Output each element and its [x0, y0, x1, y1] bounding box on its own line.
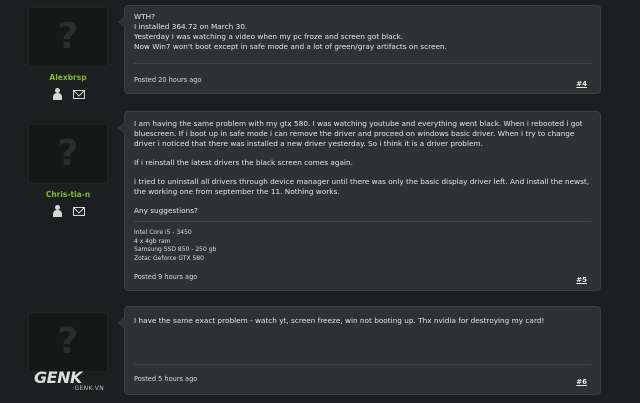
question-mark-icon: ? — [57, 321, 79, 362]
username[interactable]: Alexbrsp — [28, 73, 108, 82]
signature-line: 4 x 4gb ram — [134, 237, 171, 245]
post-line: Now Win7 won't boot except in safe mode … — [134, 42, 447, 51]
username[interactable]: Chris-tia-n — [28, 190, 108, 199]
post-content: I am having the same problem with my gtx… — [125, 112, 600, 216]
post-bubble: WTH? I installed 364.72 on March 30. Yes… — [118, 5, 601, 94]
post-bubble: I am having the same problem with my gtx… — [118, 111, 601, 291]
question-mark-icon: ? — [57, 16, 79, 57]
avatar[interactable]: ? — [28, 124, 108, 184]
post-number-link[interactable]: #4 — [576, 80, 587, 88]
avatar[interactable]: ? — [28, 312, 108, 372]
post-paragraph: I am having the same problem with my gtx… — [134, 119, 583, 148]
post-number-link[interactable]: #6 — [576, 378, 587, 386]
post-bubble: I have the same exact problem - watch yt… — [118, 306, 601, 395]
post-timestamp: Posted 5 hours ago — [134, 375, 198, 383]
avatar[interactable]: ? — [28, 7, 108, 67]
post-paragraph: i tried to uninstall all drivers through… — [134, 177, 590, 196]
mail-icon[interactable] — [73, 207, 85, 216]
post-text: I have the same exact problem - watch yt… — [134, 316, 545, 325]
post-timestamp: Posted 20 hours ago — [134, 76, 202, 84]
watermark-logo: GENK — [34, 368, 82, 387]
signature-line: Samsung SSD 850 - 250 gb — [134, 246, 217, 253]
signature-line: Zotac Geforce GTX 580 — [134, 254, 204, 262]
post-timestamp: Posted 9 hours ago — [134, 273, 198, 281]
signature: Intel Core i5 - 3450 4 x 4gb ram Samsung… — [134, 229, 216, 263]
user-icon[interactable] — [51, 205, 63, 217]
author-actions — [28, 88, 108, 100]
user-icon[interactable] — [51, 88, 63, 100]
signature-line: Intel Core i5 - 3450 — [134, 229, 192, 236]
post-separator — [134, 63, 591, 64]
post-separator — [134, 364, 591, 365]
post-author: ? Chris-tia-n — [28, 124, 108, 217]
signature-separator — [134, 221, 591, 222]
post-number-link[interactable]: #5 — [576, 276, 587, 284]
post-line: I installed 364.72 on March 30. — [134, 22, 248, 31]
genk-watermark: GENK GENK.VN — [34, 370, 104, 394]
post-paragraph: If i reinstall the latest drivers the bl… — [134, 158, 353, 167]
post-line: WTH? — [134, 12, 156, 21]
mail-icon[interactable] — [73, 90, 85, 99]
question-mark-icon: ? — [57, 133, 79, 174]
post-content: WTH? I installed 364.72 on March 30. Yes… — [125, 6, 600, 52]
post-author: ? Alexbrsp — [28, 7, 108, 100]
post-content: I have the same exact problem - watch yt… — [125, 307, 600, 326]
author-actions — [28, 205, 108, 217]
post-author: ? — [28, 312, 108, 372]
post-line: Yesterday I was watching a video when my… — [134, 32, 404, 41]
post-paragraph: Any suggestions? — [134, 206, 198, 215]
forum-thread: ? Alexbrsp WTH? I installed 364.72 on Ma… — [0, 0, 640, 403]
